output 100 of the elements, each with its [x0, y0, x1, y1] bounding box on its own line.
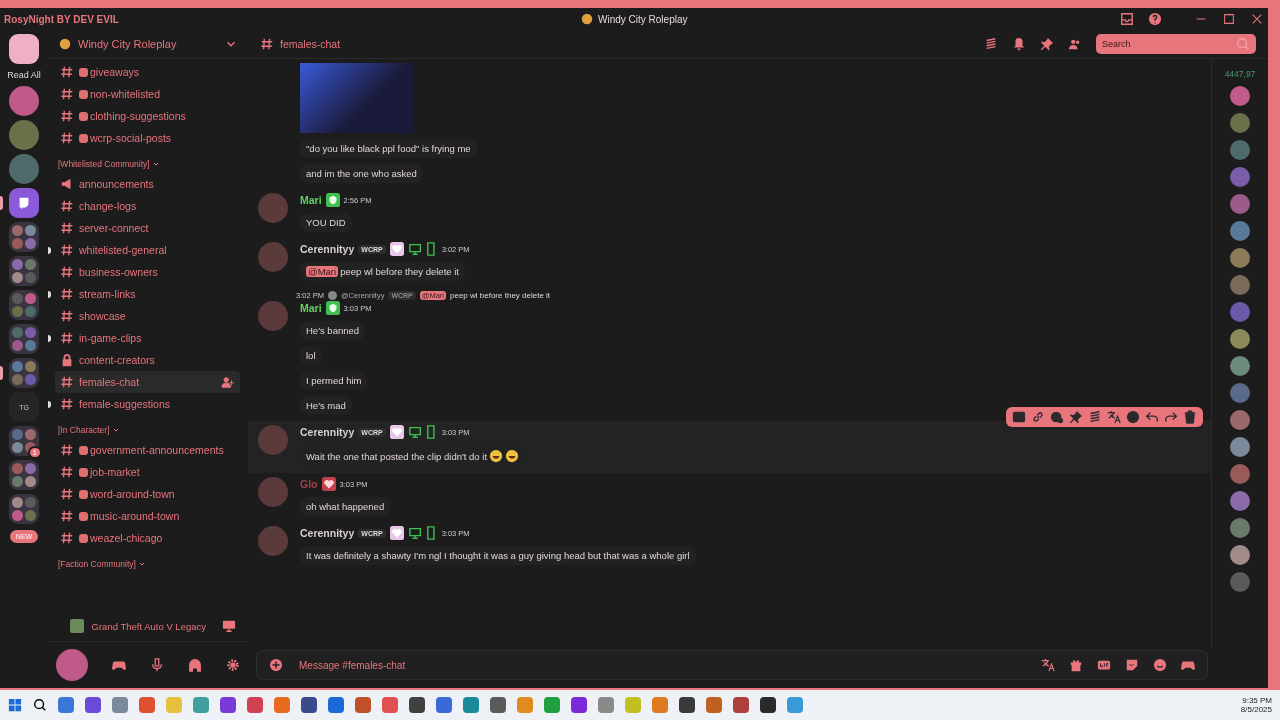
app-icon[interactable] — [760, 697, 776, 713]
translate-icon[interactable] — [1107, 410, 1121, 424]
username[interactable]: Cerennityy — [300, 243, 355, 255]
channel-item[interactable]: in-game-clips — [55, 327, 240, 349]
app-icon[interactable] — [301, 697, 317, 713]
link-icon[interactable] — [1031, 410, 1045, 424]
username[interactable]: Mari — [300, 302, 322, 314]
username[interactable]: Cerennityy — [300, 527, 355, 539]
photo-placeholder[interactable] — [300, 63, 413, 133]
member-avatar[interactable] — [1230, 140, 1250, 160]
app-icon[interactable] — [679, 697, 695, 713]
member-avatar[interactable] — [1230, 275, 1250, 295]
username[interactable]: Cerennityy — [300, 426, 355, 438]
help-icon[interactable] — [1148, 12, 1162, 26]
mention[interactable]: @Mari — [306, 266, 339, 277]
channel-item[interactable]: females-chat — [55, 371, 240, 393]
members-icon[interactable] — [1068, 37, 1082, 51]
member-avatar[interactable] — [1230, 167, 1250, 187]
server-folder[interactable] — [9, 222, 39, 252]
channel-item[interactable]: wcrp-social-posts — [55, 127, 240, 149]
app-icon[interactable] — [85, 697, 101, 713]
server-folder[interactable] — [9, 324, 39, 354]
app-icon[interactable] — [220, 697, 236, 713]
member-avatar[interactable] — [1230, 383, 1250, 403]
translate-icon[interactable] — [1041, 658, 1055, 672]
member-avatar[interactable] — [1230, 302, 1250, 322]
channel-item[interactable]: server-connect — [55, 217, 240, 239]
trash-icon[interactable] — [1183, 410, 1197, 424]
pin-icon[interactable] — [1040, 37, 1054, 51]
app-icon[interactable] — [409, 697, 425, 713]
app-icon[interactable] — [733, 697, 749, 713]
member-avatar[interactable] — [1230, 545, 1250, 565]
category-header[interactable]: [In Character] — [58, 425, 248, 435]
channel-item[interactable]: change-logs — [55, 195, 240, 217]
category-header[interactable]: [Whitelisted Community] — [58, 159, 248, 169]
member-avatar[interactable] — [1230, 572, 1250, 592]
add-icon[interactable] — [269, 658, 283, 672]
app-icon[interactable] — [571, 697, 587, 713]
member-avatar[interactable] — [1230, 410, 1250, 430]
channel-item[interactable]: stream-links — [55, 283, 240, 305]
server-icon[interactable] — [9, 188, 39, 218]
member-avatar[interactable] — [1230, 86, 1250, 106]
channel-item[interactable]: female-suggestions — [55, 393, 240, 415]
member-avatar[interactable] — [1230, 356, 1250, 376]
user-avatar[interactable] — [56, 649, 88, 681]
member-avatar[interactable] — [1230, 329, 1250, 349]
app-icon[interactable] — [490, 697, 506, 713]
headphones-icon[interactable] — [188, 658, 202, 672]
reply-preview[interactable]: peep wl before they delete it — [450, 291, 551, 300]
member-avatar[interactable] — [1230, 194, 1250, 214]
discord-logo[interactable] — [9, 34, 39, 64]
channel-item[interactable]: word-around-town — [55, 483, 240, 505]
gif-icon[interactable] — [1097, 658, 1111, 672]
read-all-link[interactable]: Read All — [7, 70, 41, 80]
search-icon[interactable] — [33, 698, 47, 712]
channel-item[interactable]: music-around-town — [55, 505, 240, 527]
message-field[interactable]: Message #females-chat — [297, 658, 601, 672]
server-folder[interactable] — [9, 358, 39, 388]
member-avatar[interactable] — [1230, 113, 1250, 133]
maximize-icon[interactable] — [1222, 12, 1236, 26]
server-folder[interactable] — [9, 460, 39, 490]
start-icon[interactable] — [8, 698, 22, 712]
member-avatar[interactable] — [1230, 464, 1250, 484]
member-avatar[interactable] — [1230, 437, 1250, 457]
member-avatar[interactable] — [1230, 491, 1250, 511]
sticker-icon[interactable] — [1125, 658, 1139, 672]
category-header[interactable]: [Faction Community] — [58, 559, 248, 569]
add-member-icon[interactable] — [221, 375, 235, 389]
channel-item[interactable]: non-whitelisted — [55, 83, 240, 105]
forward-icon[interactable] — [1164, 410, 1178, 424]
settings-icon[interactable] — [226, 658, 240, 672]
search-field[interactable]: Search — [1096, 34, 1256, 54]
threads-icon[interactable] — [1088, 410, 1102, 424]
microphone-icon[interactable] — [150, 658, 164, 672]
channel-item[interactable]: whitelisted-general — [55, 239, 240, 261]
channel-item[interactable]: weazel-chicago — [55, 527, 240, 549]
server-folder[interactable] — [9, 290, 39, 320]
channel-item[interactable]: showcase — [55, 305, 240, 327]
server-folder[interactable] — [9, 494, 39, 524]
screen-share-icon[interactable] — [222, 619, 236, 633]
channel-item[interactable]: content-creators — [55, 349, 240, 371]
channel-item[interactable]: business-owners — [55, 261, 240, 283]
username[interactable]: Mari — [300, 194, 322, 206]
server-folder[interactable] — [9, 256, 39, 286]
channel-item[interactable]: announcements — [55, 173, 240, 195]
channel-item[interactable]: clothing-suggestions — [55, 105, 240, 127]
server-header[interactable]: Windy City Roleplay — [48, 30, 248, 59]
member-avatar[interactable] — [1230, 518, 1250, 538]
threads-icon[interactable] — [984, 37, 998, 51]
gift-icon[interactable] — [1069, 658, 1083, 672]
pin-icon[interactable] — [1069, 410, 1083, 424]
unread-count[interactable]: 4447,97 — [1224, 69, 1256, 79]
reply-icon[interactable] — [1145, 410, 1159, 424]
member-avatar[interactable] — [1230, 221, 1250, 241]
member-avatar[interactable] — [1230, 248, 1250, 268]
close-icon[interactable] — [1250, 12, 1264, 26]
app-icon[interactable] — [328, 697, 344, 713]
channel-item[interactable]: job-market — [55, 461, 240, 483]
channel-item[interactable]: giveaways — [55, 61, 240, 83]
bell-icon[interactable] — [1012, 37, 1026, 51]
